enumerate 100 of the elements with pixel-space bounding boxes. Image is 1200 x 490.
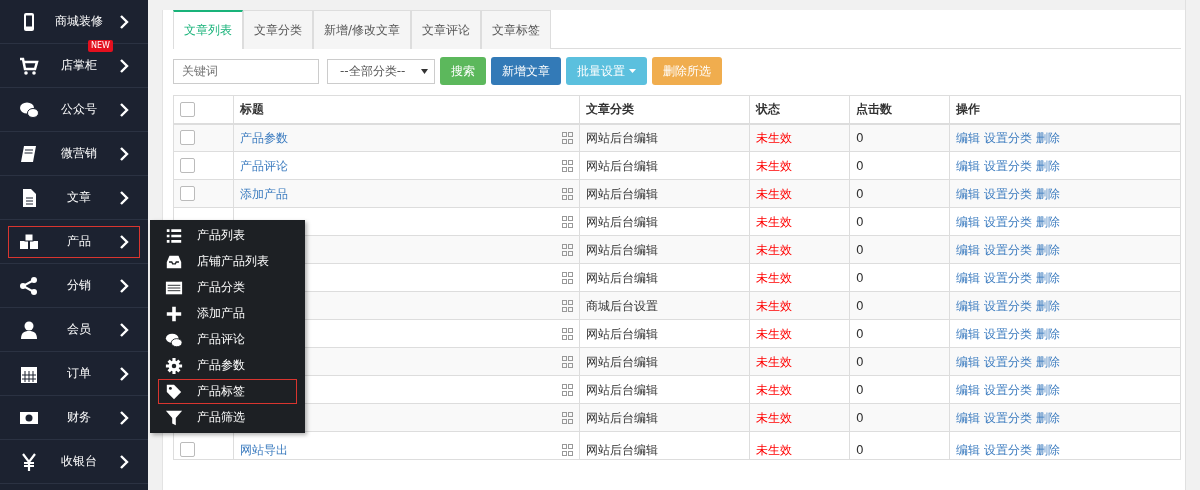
qr-code-icon[interactable]	[562, 383, 573, 396]
qr-code-icon[interactable]	[562, 411, 573, 424]
row-checkbox[interactable]	[180, 186, 195, 201]
menu-item[interactable]: 店铺产品列表	[158, 249, 297, 274]
new-badge: NEW	[88, 40, 113, 52]
row-checkbox[interactable]	[180, 158, 195, 173]
action-link[interactable]: 设置分类	[984, 158, 1032, 173]
qr-code-icon[interactable]	[562, 271, 573, 284]
action-link[interactable]: 编辑	[956, 158, 980, 173]
menu-item[interactable]: 产品筛选	[158, 405, 297, 430]
action-link[interactable]: 编辑	[956, 242, 980, 257]
action-link[interactable]: 设置分类	[984, 443, 1032, 457]
list-icon	[165, 226, 183, 245]
tab[interactable]: 文章评论	[411, 10, 482, 49]
action-link[interactable]: 设置分类	[984, 382, 1032, 397]
action-link[interactable]: 删除	[1036, 186, 1060, 201]
menu-item[interactable]: 产品分类	[158, 275, 297, 300]
tab[interactable]: 文章标签	[481, 10, 552, 49]
column-header: 操作	[956, 102, 980, 117]
action-link[interactable]: 设置分类	[984, 214, 1032, 229]
menu-item[interactable]: 产品标签	[158, 379, 297, 404]
action-link[interactable]: 删除	[1036, 298, 1060, 313]
toolbar-button[interactable]: 新增文章	[491, 57, 561, 85]
qr-code-icon[interactable]	[562, 131, 573, 144]
qr-code-icon[interactable]	[562, 215, 573, 228]
action-link[interactable]: 编辑	[956, 354, 980, 369]
action-link[interactable]: 编辑	[956, 130, 980, 145]
book-icon	[19, 143, 39, 164]
status-text: 未生效	[756, 326, 792, 341]
action-link[interactable]: 编辑	[956, 214, 980, 229]
click-count: 0	[856, 270, 864, 285]
menu-item[interactable]: 添加产品	[158, 301, 297, 326]
action-link[interactable]: 删除	[1036, 326, 1060, 341]
action-link[interactable]: 删除	[1036, 214, 1060, 229]
menu-item[interactable]: 产品评论	[158, 327, 297, 352]
keyword-search-field[interactable]: 关键词	[173, 58, 319, 84]
sidebar-item[interactable]: 店掌柜	[8, 49, 140, 82]
tab[interactable]: 文章分类	[243, 10, 313, 49]
chevron-right-icon	[119, 322, 129, 337]
article-title-link[interactable]: 添加产品	[240, 186, 288, 201]
article-title-link[interactable]: 产品评论	[240, 158, 288, 173]
sidebar-item[interactable]: 文章	[8, 181, 140, 214]
sidebar-item[interactable]: 财务	[8, 401, 140, 434]
sidebar-item[interactable]: 收银台	[8, 445, 140, 478]
action-link[interactable]: 编辑	[956, 410, 980, 425]
row-checkbox[interactable]	[180, 130, 195, 146]
action-link[interactable]: 删除	[1036, 242, 1060, 257]
chevron-right-icon	[119, 102, 129, 117]
column-header: 状态	[756, 102, 780, 117]
action-link[interactable]: 删除	[1036, 130, 1060, 145]
click-count: 0	[856, 158, 864, 173]
action-link[interactable]: 设置分类	[984, 298, 1032, 313]
action-link[interactable]: 删除	[1036, 443, 1060, 457]
select-all-checkbox[interactable]	[180, 101, 195, 117]
action-link[interactable]: 设置分类	[984, 186, 1032, 201]
action-link[interactable]: 删除	[1036, 410, 1060, 425]
article-title-link[interactable]: 产品参数	[240, 130, 288, 145]
sidebar-item[interactable]: 会员	[8, 313, 140, 346]
action-link[interactable]: 设置分类	[984, 410, 1032, 425]
action-link[interactable]: 设置分类	[984, 326, 1032, 341]
tab[interactable]: 新增/修改文章	[313, 10, 412, 49]
qr-code-icon[interactable]	[562, 243, 573, 256]
sidebar-item[interactable]: 产品	[8, 225, 140, 258]
action-link[interactable]: 删除	[1036, 270, 1060, 285]
article-title-link[interactable]: 网站导出	[240, 443, 288, 457]
tab[interactable]: 文章列表	[173, 10, 243, 49]
action-link[interactable]: 删除	[1036, 354, 1060, 369]
action-link[interactable]: 编辑	[956, 326, 980, 341]
status-text: 未生效	[756, 382, 792, 397]
sidebar-item[interactable]: 订单	[8, 357, 140, 390]
sidebar-item[interactable]: 分销	[8, 269, 140, 302]
action-link[interactable]: 编辑	[956, 270, 980, 285]
share-icon	[19, 275, 39, 296]
chevron-right-icon	[119, 146, 129, 161]
action-link[interactable]: 设置分类	[984, 130, 1032, 145]
menu-item[interactable]: 产品参数	[158, 353, 297, 378]
qr-code-icon[interactable]	[562, 327, 573, 340]
row-checkbox[interactable]	[180, 442, 195, 457]
action-link[interactable]: 编辑	[956, 382, 980, 397]
qr-code-icon[interactable]	[562, 299, 573, 312]
sidebar-item[interactable]: 公众号	[8, 93, 140, 126]
action-link[interactable]: 设置分类	[984, 242, 1032, 257]
action-link[interactable]: 删除	[1036, 158, 1060, 173]
qr-code-icon[interactable]	[562, 187, 573, 200]
action-link[interactable]: 编辑	[956, 298, 980, 313]
sidebar-item[interactable]: 商城装修	[8, 5, 140, 38]
sidebar-item[interactable]: 微营销	[8, 137, 140, 170]
action-link[interactable]: 设置分类	[984, 270, 1032, 285]
qr-code-icon[interactable]	[562, 444, 573, 456]
action-link[interactable]: 删除	[1036, 382, 1060, 397]
qr-code-icon[interactable]	[562, 159, 573, 172]
action-link[interactable]: 编辑	[956, 186, 980, 201]
category-text: 网站后台编辑	[586, 214, 658, 229]
qr-code-icon[interactable]	[562, 355, 573, 368]
click-count: 0	[856, 382, 864, 397]
menu-item[interactable]: 产品列表	[158, 223, 297, 248]
action-link[interactable]: 设置分类	[984, 354, 1032, 369]
action-link[interactable]: 编辑	[956, 443, 980, 457]
toolbar-button[interactable]: 搜索	[440, 57, 486, 85]
category-select[interactable]: --全部分类--	[327, 58, 435, 84]
